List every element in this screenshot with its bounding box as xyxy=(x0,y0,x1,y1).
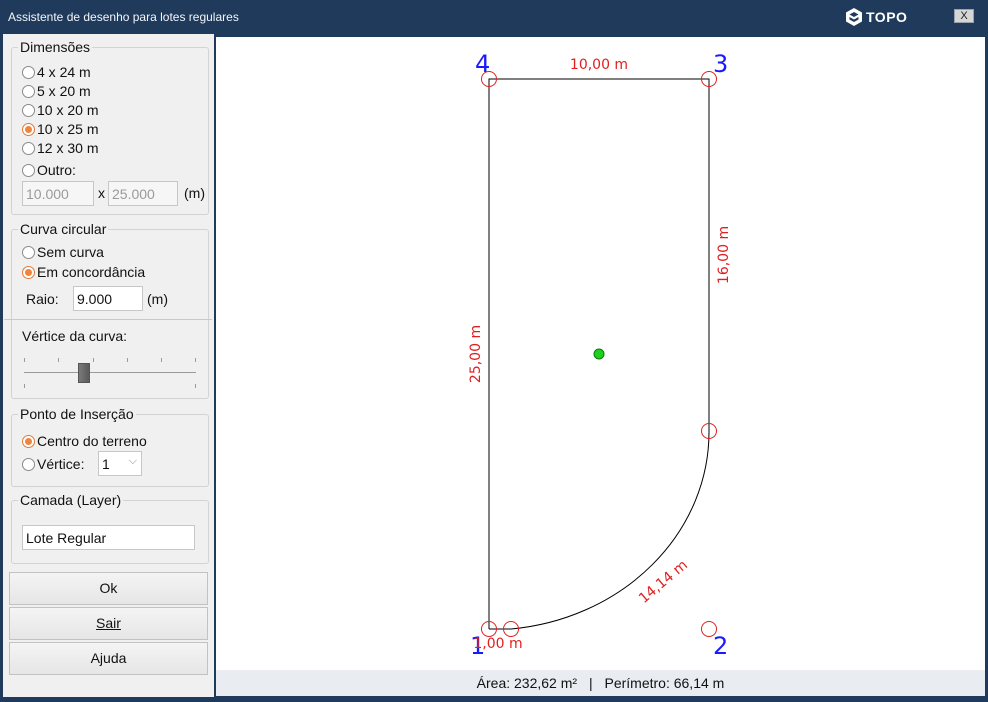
length-field[interactable]: 25.000 xyxy=(108,181,178,206)
status-bar: Área: 232,62 m² | Perímetro: 66,14 m xyxy=(216,670,985,696)
insertion-legend: Ponto de Inserção xyxy=(18,406,136,422)
slider-tick xyxy=(58,358,59,362)
radio-selected-icon xyxy=(22,434,35,448)
dim-option-12x30[interactable]: 12 x 30 m xyxy=(22,139,98,157)
vertex-select[interactable]: 1 ⌵ xyxy=(98,451,142,476)
dim-option-label: 5 x 20 m xyxy=(37,83,91,99)
ok-button[interactable]: Ok xyxy=(9,572,208,605)
slider-tick xyxy=(24,384,25,388)
dim-option-label: 10 x 20 m xyxy=(37,102,99,118)
perimeter-readout: Perímetro: 66,14 m xyxy=(604,675,725,691)
dimensions-unit: (m) xyxy=(184,185,205,201)
radio-icon xyxy=(22,84,35,98)
curve-option-label: Em concordância xyxy=(37,264,146,280)
curve-option-label: Sem curva xyxy=(37,244,104,260)
layer-legend: Camada (Layer) xyxy=(18,492,124,508)
divider xyxy=(4,319,212,320)
dim-option-label: Outro: xyxy=(37,162,76,178)
vertex-select-value: 1 xyxy=(102,456,110,472)
radius-unit: (m) xyxy=(147,291,168,307)
dim-option-5x20[interactable]: 5 x 20 m xyxy=(22,82,91,100)
dim-option-label: 10 x 25 m xyxy=(37,121,99,137)
radius-label: Raio: xyxy=(26,291,59,307)
dimension-arc: 14,14 m xyxy=(636,557,691,607)
title-bar: Assistente de desenho para lotes regular… xyxy=(0,0,988,34)
radio-icon xyxy=(22,245,35,259)
curve-group: Curva circular Sem curva Em concordância… xyxy=(4,221,212,399)
dimension-top: 10,00 m xyxy=(570,57,628,73)
topo-logo: TOPO xyxy=(844,7,907,27)
dim-option-label: 12 x 30 m xyxy=(37,140,99,156)
slider-tick xyxy=(127,358,128,362)
radio-icon xyxy=(22,65,35,79)
exit-button[interactable]: Sair xyxy=(9,607,208,640)
close-button[interactable]: X xyxy=(954,9,974,23)
slider-tick xyxy=(93,358,94,362)
slider-tick xyxy=(161,358,162,362)
slider-tick xyxy=(24,358,25,362)
dimension-bottom: 1,00 m xyxy=(473,636,522,652)
app-window: Assistente de desenho para lotes regular… xyxy=(0,0,988,702)
radio-selected-icon xyxy=(22,265,35,279)
curve-vertex-label: Vértice da curva: xyxy=(22,328,128,344)
lot-drawing: 4 3 2 1 10,00 m 16,00 m 25,00 m 14,14 m … xyxy=(468,50,732,660)
curve-option-none[interactable]: Sem curva xyxy=(22,243,104,261)
width-field[interactable]: 10.000 xyxy=(22,181,94,206)
insertion-option-label: Vértice: xyxy=(37,456,85,472)
layer-group: Camada (Layer) Lote Regular xyxy=(11,492,209,564)
dim-option-label: 4 x 24 m xyxy=(37,64,91,80)
radio-selected-icon xyxy=(22,122,35,136)
logo-text: TOPO xyxy=(866,9,908,25)
curve-vertex-slider[interactable] xyxy=(24,358,196,388)
curve-option-tangent[interactable]: Em concordância xyxy=(22,263,145,281)
dimensions-legend: Dimensões xyxy=(18,39,93,55)
slider-track xyxy=(24,372,196,373)
vertex-label-2: 2 xyxy=(713,632,728,660)
dimension-right: 16,00 m xyxy=(716,226,732,284)
slider-thumb[interactable] xyxy=(78,363,90,383)
center-point[interactable] xyxy=(593,348,605,360)
dim-option-10x20[interactable]: 10 x 20 m xyxy=(22,101,98,119)
dim-option-4x24[interactable]: 4 x 24 m xyxy=(22,63,91,81)
dim-option-10x25[interactable]: 10 x 25 m xyxy=(22,120,98,138)
dim-option-other[interactable]: Outro: xyxy=(22,161,76,179)
insertion-option-center[interactable]: Centro do terreno xyxy=(22,432,147,450)
radio-icon xyxy=(22,457,35,471)
left-panel: Dimensões 4 x 24 m 5 x 20 m 10 x 20 m 10… xyxy=(3,34,214,697)
help-button[interactable]: Ajuda xyxy=(9,642,208,675)
slider-tick xyxy=(195,358,196,362)
x-separator: x xyxy=(98,185,105,201)
curve-legend: Curva circular xyxy=(18,221,109,237)
radius-field[interactable]: 9.000 xyxy=(73,286,143,311)
chevron-down-icon: ⌵ xyxy=(128,455,137,467)
radio-icon xyxy=(22,163,35,177)
area-readout: Área: 232,62 m² xyxy=(476,675,578,691)
radio-icon xyxy=(22,103,35,117)
dimensions-group: Dimensões 4 x 24 m 5 x 20 m 10 x 20 m 10… xyxy=(11,39,209,215)
status-separator: | xyxy=(588,675,593,691)
layer-field[interactable]: Lote Regular xyxy=(22,525,195,550)
insertion-group: Ponto de Inserção Centro do terreno Vért… xyxy=(11,406,209,487)
vertex-label-4: 4 xyxy=(475,50,490,78)
topo-logo-icon xyxy=(846,8,862,26)
drawing-canvas[interactable]: 4 3 2 1 10,00 m 16,00 m 25,00 m 14,14 m … xyxy=(216,37,985,670)
slider-tick xyxy=(195,384,196,388)
window-title: Assistente de desenho para lotes regular… xyxy=(8,10,239,24)
radio-icon xyxy=(22,141,35,155)
dimension-left: 25,00 m xyxy=(468,325,484,383)
insertion-option-vertex[interactable]: Vértice: xyxy=(22,455,84,473)
vertex-label-3: 3 xyxy=(713,50,728,78)
insertion-option-label: Centro do terreno xyxy=(37,433,147,449)
